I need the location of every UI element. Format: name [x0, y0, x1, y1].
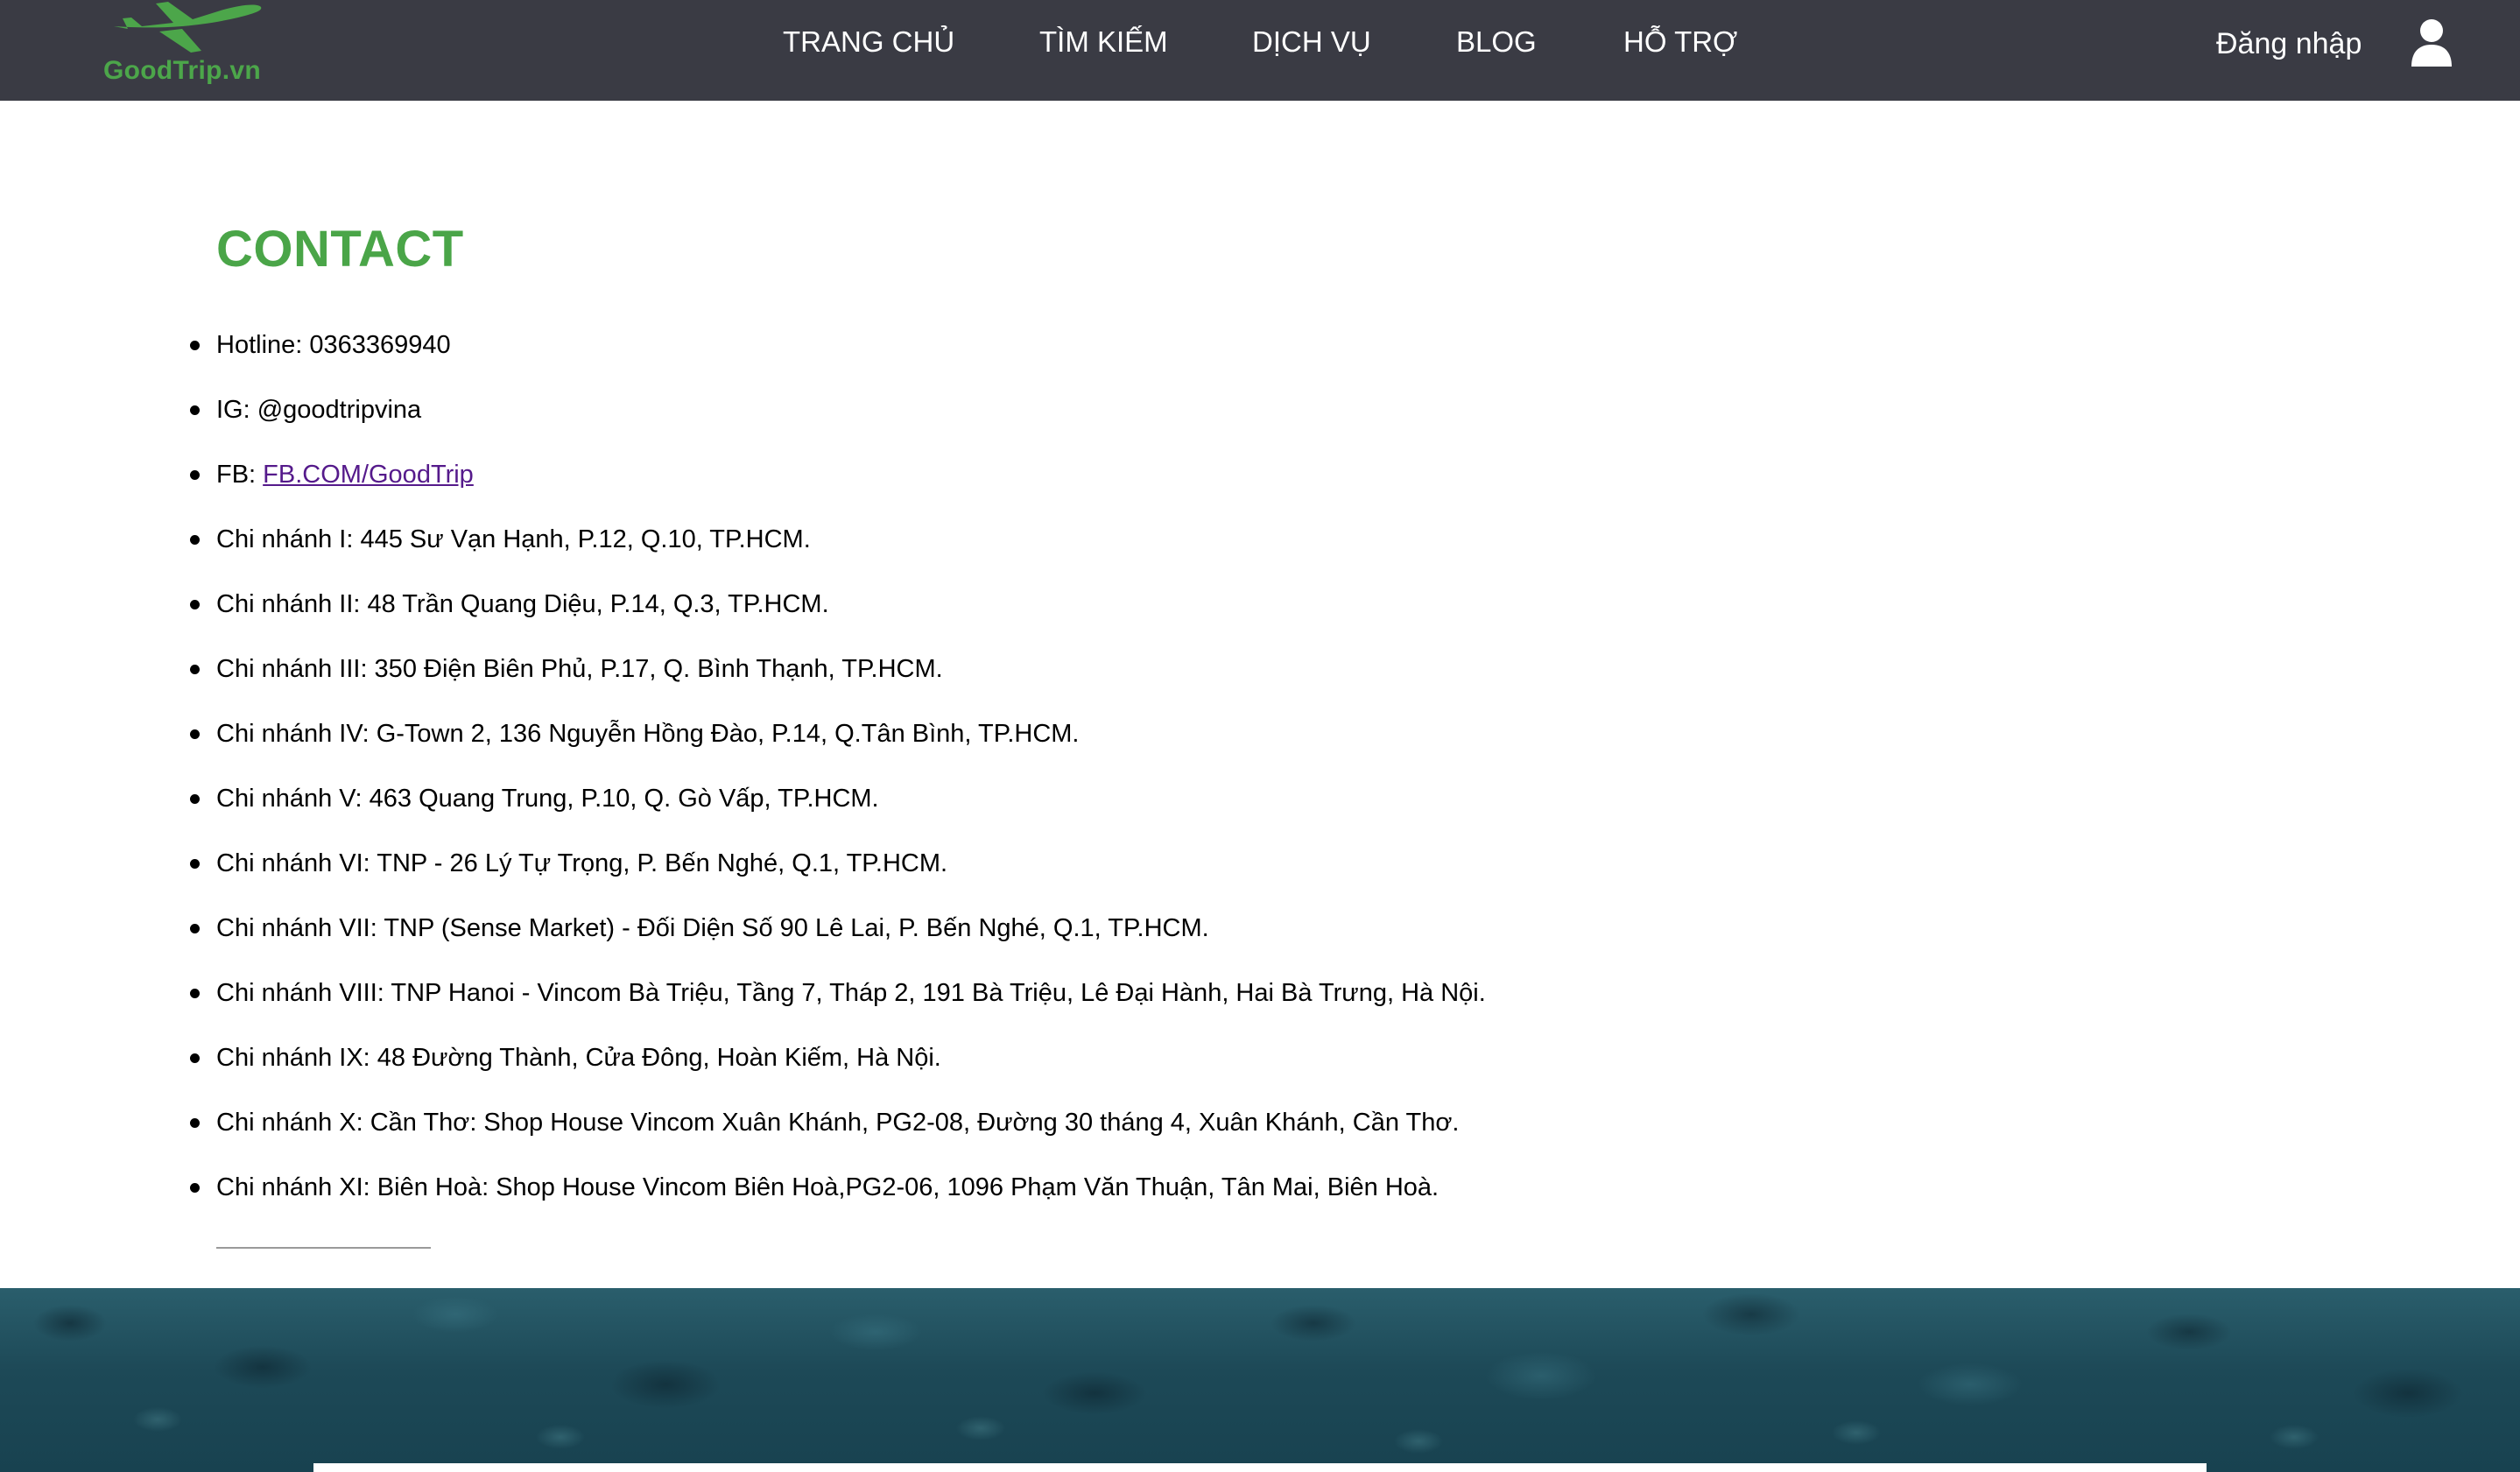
main-nav: TRANG CHỦ TÌM KIẾM DỊCH VỤ BLOG HỖ TRỢ — [0, 0, 2520, 101]
nav-item-services[interactable]: DỊCH VỤ — [1252, 23, 1371, 61]
contact-hotline: Hotline: 0363369940 — [190, 324, 2318, 389]
facebook-link[interactable]: FB.COM/GoodTrip — [263, 461, 474, 489]
top-navbar: GoodTrip.vn TRANG CHỦ TÌM KIẾM DỊCH VỤ B… — [0, 0, 2520, 101]
branch-item: Chi nhánh XI: Biên Hoà: Shop House Vinco… — [190, 1166, 2318, 1231]
branch-item: Chi nhánh III: 350 Điện Biên Phủ, P.17, … — [190, 648, 2318, 713]
divider — [216, 1247, 431, 1249]
nav-item-search[interactable]: TÌM KIẾM — [1039, 23, 1168, 61]
branch-item: Chi nhánh VII: TNP (Sense Market) - Đối … — [190, 907, 2318, 972]
branch-item: Chi nhánh VIII: TNP Hanoi - Vincom Bà Tr… — [190, 972, 2318, 1037]
nav-item-home[interactable]: TRANG CHỦ — [783, 23, 954, 61]
footer-background — [0, 1288, 2520, 1472]
nav-item-blog[interactable]: BLOG — [1456, 23, 1537, 61]
facebook-prefix: FB: — [216, 461, 264, 489]
branch-item: Chi nhánh X: Cần Thơ: Shop House Vincom … — [190, 1102, 2318, 1166]
branch-item: Chi nhánh II: 48 Trần Quang Diệu, P.14, … — [190, 583, 2318, 648]
login-link[interactable]: Đăng nhập — [2216, 25, 2362, 63]
footer-card — [313, 1463, 2207, 1472]
branch-item: Chi nhánh IX: 48 Đường Thành, Cửa Đông, … — [190, 1037, 2318, 1102]
page-title: CONTACT — [216, 221, 464, 278]
nav-item-support[interactable]: HỖ TRỢ — [1623, 23, 1737, 61]
branch-item: Chi nhánh VI: TNP - 26 Lý Tự Trọng, P. B… — [190, 842, 2318, 907]
branch-item: Chi nhánh I: 445 Sư Vạn Hạnh, P.12, Q.10… — [190, 518, 2318, 583]
user-icon[interactable] — [2410, 18, 2453, 68]
branch-item: Chi nhánh V: 463 Quang Trung, P.10, Q. G… — [190, 778, 2318, 842]
contact-instagram: IG: @goodtripvina — [190, 389, 2318, 454]
contact-list: Hotline: 0363369940 IG: @goodtripvina FB… — [190, 324, 2318, 1231]
contact-facebook: FB: FB.COM/GoodTrip — [190, 454, 2318, 518]
branch-item: Chi nhánh IV: G-Town 2, 136 Nguyễn Hồng … — [190, 713, 2318, 778]
